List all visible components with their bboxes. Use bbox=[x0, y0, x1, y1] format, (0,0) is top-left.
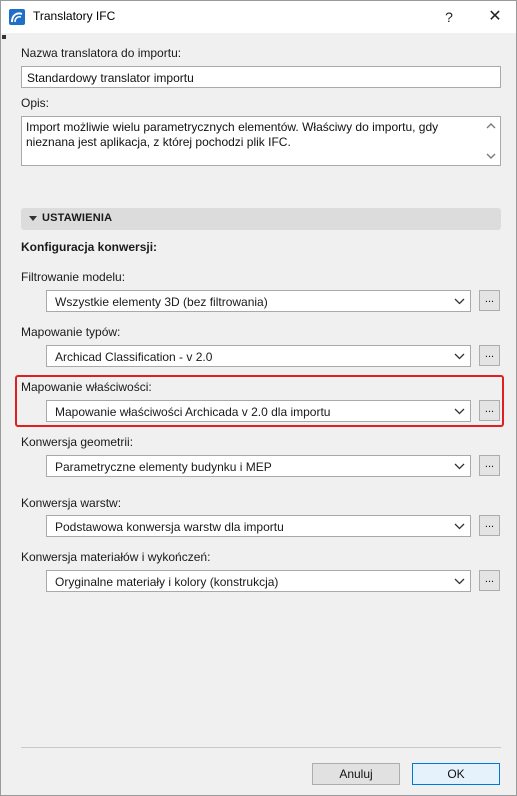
property-mapping-label: Mapowanie właściwości: bbox=[21, 380, 152, 394]
conversion-config-heading: Konfiguracja konwersji: bbox=[21, 240, 158, 254]
layer-conversion-value: Podstawowa konwersja warstw dla importu bbox=[55, 520, 284, 534]
material-conversion-select[interactable]: Oryginalne materiały i kolory (konstrukc… bbox=[46, 570, 471, 592]
scroll-up-icon[interactable] bbox=[486, 122, 496, 130]
window-title: Translatory IFC bbox=[33, 9, 116, 23]
model-filter-select[interactable]: Wszystkie elementy 3D (bez filtrowania) bbox=[46, 290, 471, 312]
type-mapping-label: Mapowanie typów: bbox=[21, 325, 121, 339]
property-mapping-value: Mapowanie właściwości Archicada v 2.0 dl… bbox=[55, 405, 331, 419]
layer-conversion-browse-button[interactable]: ... bbox=[479, 515, 500, 536]
translator-name-input[interactable]: Standardowy translator importu bbox=[21, 66, 501, 88]
ok-button[interactable]: OK bbox=[412, 763, 500, 785]
footer-divider bbox=[21, 747, 501, 748]
chevron-down-icon bbox=[454, 523, 465, 530]
description-text: Import możliwie wielu parametrycznych el… bbox=[26, 120, 439, 149]
geometry-conversion-value: Parametryczne elementy budynku i MEP bbox=[55, 460, 272, 474]
material-conversion-browse-button[interactable]: ... bbox=[479, 570, 500, 591]
layer-conversion-label: Konwersja warstw: bbox=[21, 496, 122, 510]
material-conversion-value: Oryginalne materiały i kolory (konstrukc… bbox=[55, 575, 279, 589]
model-filter-label: Filtrowanie modelu: bbox=[21, 270, 126, 284]
title-bar[interactable]: Translatory IFC ? ✕ bbox=[1, 1, 516, 33]
resize-marker bbox=[2, 35, 6, 39]
geometry-conversion-label: Konwersja geometrii: bbox=[21, 435, 134, 449]
chevron-down-icon bbox=[454, 578, 465, 585]
model-filter-value: Wszystkie elementy 3D (bez filtrowania) bbox=[55, 295, 268, 309]
layer-conversion-select[interactable]: Podstawowa konwersja warstw dla importu bbox=[46, 515, 471, 537]
description-label: Opis: bbox=[21, 96, 50, 110]
chevron-down-icon bbox=[454, 298, 465, 305]
help-icon: ? bbox=[445, 9, 453, 25]
close-button[interactable]: ✕ bbox=[477, 1, 513, 33]
description-scrollbar[interactable] bbox=[483, 118, 499, 164]
geometry-conversion-browse-button[interactable]: ... bbox=[479, 455, 500, 476]
close-icon: ✕ bbox=[488, 8, 502, 25]
settings-section-title: USTAWIENIA bbox=[42, 212, 113, 224]
help-button[interactable]: ? bbox=[431, 1, 467, 33]
chevron-down-icon bbox=[454, 408, 465, 415]
scroll-down-icon[interactable] bbox=[486, 152, 496, 160]
property-mapping-browse-button[interactable]: ... bbox=[479, 400, 500, 421]
chevron-down-icon bbox=[454, 353, 465, 360]
property-mapping-select[interactable]: Mapowanie właściwości Archicada v 2.0 dl… bbox=[46, 400, 471, 422]
type-mapping-value: Archicad Classification - v 2.0 bbox=[55, 350, 213, 364]
cancel-button[interactable]: Anuluj bbox=[312, 763, 400, 785]
chevron-down-icon bbox=[454, 463, 465, 470]
settings-section-header[interactable]: USTAWIENIA bbox=[21, 208, 501, 230]
name-field-label: Nazwa translatora do importu: bbox=[21, 46, 182, 60]
description-textarea[interactable]: Import możliwie wielu parametrycznych el… bbox=[21, 116, 501, 166]
material-conversion-label: Konwersja materiałów i wykończeń: bbox=[21, 550, 211, 564]
type-mapping-browse-button[interactable]: ... bbox=[479, 345, 500, 366]
model-filter-browse-button[interactable]: ... bbox=[479, 290, 500, 311]
type-mapping-select[interactable]: Archicad Classification - v 2.0 bbox=[46, 345, 471, 367]
caret-down-icon bbox=[29, 216, 37, 221]
geometry-conversion-select[interactable]: Parametryczne elementy budynku i MEP bbox=[46, 455, 471, 477]
archicad-icon bbox=[9, 9, 25, 25]
